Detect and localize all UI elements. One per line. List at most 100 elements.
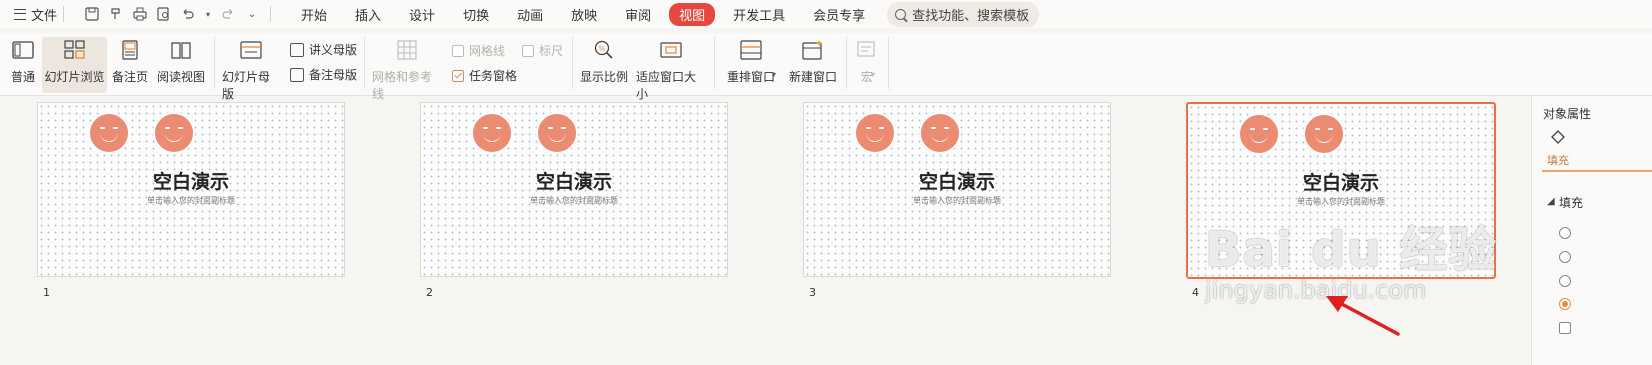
divider [63,6,65,22]
tab-9[interactable]: 会员专享 [803,3,875,26]
gridlines-label: 网格线 [469,44,506,58]
notes-master-label: 备注母版 [309,68,358,82]
eye [100,127,105,129]
notes-page-button[interactable]: 备注页 [111,40,149,85]
slide-thumbnail[interactable]: 空白演示单击输入您的封面副标题 [420,102,728,277]
grid-guides-button[interactable]: 网格和参考线 [372,40,442,102]
task-pane-label: 任务窗格 [469,69,518,83]
mouth [931,131,949,142]
slide-sorter-button[interactable]: 幻灯片浏览 [42,37,107,93]
fill-option-radio[interactable] [1559,275,1571,287]
eye [561,127,566,129]
tab-6[interactable]: 审阅 [615,3,661,26]
mouth [165,131,183,142]
gridlines-checkbox[interactable]: 网格线 [452,42,505,59]
chevron-down-icon[interactable]: ▾ [772,70,776,79]
ribbon-tabs: 开始 插入 设计 切换 动画 放映 审阅 视图 开发工具 会员专享 [291,2,883,26]
normal-view-label: 普通 [10,70,35,84]
mouth [548,131,566,142]
handout-master-icon [290,42,304,57]
ruler-label: 标尺 [539,44,564,58]
tab-7[interactable]: 视图 [669,2,716,26]
smiley-face-icon [1238,113,1280,155]
eye [165,127,170,129]
fill-bucket-icon[interactable] [1549,129,1567,145]
svg-text:%: % [599,45,606,53]
search-box[interactable]: 查找功能、搜索模板 [887,1,1040,27]
eye [483,127,488,129]
panel-title: 对象属性 [1543,107,1592,121]
smiley-face-icon [471,112,513,154]
zoom-icon: % [593,40,615,60]
ribbon-view: 普通 幻灯片浏览 备注页 阅读视图 幻灯片母版 讲义母版 备注母版 网格和参考线… [0,33,1652,101]
fill-option-radio[interactable] [1559,251,1571,263]
fill-option-radio-selected[interactable] [1559,298,1571,310]
slide-number: 2 [426,286,433,299]
undo-icon[interactable] [180,6,196,22]
handout-master-label: 讲义母版 [309,43,358,57]
checkbox-icon [522,44,534,57]
tab-4[interactable]: 动画 [507,3,553,26]
slide-subtitle: 单击输入您的封面副标题 [147,196,235,205]
task-pane-checkbox[interactable]: 任务窗格 [452,67,517,84]
slide-sorter-icon [63,40,86,60]
collapse-icon[interactable]: ◢ [1547,196,1555,207]
print-icon[interactable] [132,6,148,22]
zoom-button[interactable]: % 显示比例 [580,40,628,85]
file-menu[interactable]: 文件 [14,5,57,24]
reading-view-button[interactable]: 阅读视图 [156,40,206,85]
slide-subtitle: 单击输入您的封面副标题 [1297,197,1385,206]
slide-title: 空白演示 [918,171,995,193]
eye [1250,128,1255,130]
eye [1328,128,1333,130]
group-divider [214,37,215,89]
quick-access-toolbar: ▾ ⌄ [80,6,264,22]
group-divider [714,37,715,89]
tab-1[interactable]: 插入 [345,3,391,26]
smiley-face-icon [536,112,578,154]
redo-icon[interactable] [220,6,236,22]
slide-master-button[interactable]: 幻灯片母版 [222,40,280,102]
slide-thumbnail[interactable]: 空白演示 单击输入您的封面副标题 [37,102,345,277]
slide-number: 1 [43,286,50,299]
normal-view-button[interactable]: 普通 [8,40,38,85]
tab-2[interactable]: 设计 [399,3,445,26]
search-placeholder: 查找功能、搜索模板 [912,8,1030,24]
tab-5[interactable]: 放映 [561,3,607,26]
handout-master-button[interactable]: 讲义母版 [290,41,357,58]
tab-3[interactable]: 切换 [453,3,499,26]
slide-title: 空白演示 [1302,172,1379,194]
eye [496,127,501,129]
fill-option-checkbox[interactable] [1559,322,1571,334]
group-divider [888,37,889,89]
save-icon[interactable] [84,6,100,22]
checkbox-icon [452,44,464,57]
eye [931,127,936,129]
fill-tab[interactable]: 填充 [1547,152,1569,168]
print-preview-icon[interactable] [156,6,172,22]
tab-underline [1542,170,1652,172]
macro-button[interactable]: 宏 [854,40,880,85]
chevron-down-icon[interactable]: ▾ [204,6,212,22]
new-window-button[interactable]: 新建窗口 [788,40,838,85]
eye [178,127,183,129]
mouth [1315,132,1333,143]
tab-8[interactable]: 开发工具 [723,3,795,26]
format-painter-icon[interactable] [108,6,124,22]
slide-subtitle: 单击输入您的封面副标题 [530,196,618,205]
zoom-label: 显示比例 [580,70,629,84]
eye [944,127,949,129]
notes-master-button[interactable]: 备注母版 [290,66,357,83]
eye [1315,128,1320,130]
fit-window-button[interactable]: 适应窗口大小 [636,40,706,102]
slide-title: 空白演示 [535,171,612,193]
customize-icon[interactable]: ⌄ [244,6,260,22]
tab-0[interactable]: 开始 [291,3,337,26]
new-window-icon [802,40,824,60]
ruler-checkbox[interactable]: 标尺 [522,42,563,59]
fit-window-icon [660,40,682,60]
slide-thumbnail[interactable]: 空白演示 单击输入您的封面副标题 [803,102,1111,277]
fill-option-radio[interactable] [1559,227,1571,239]
file-menu-label: 文件 [31,8,58,24]
book-icon [170,40,192,60]
